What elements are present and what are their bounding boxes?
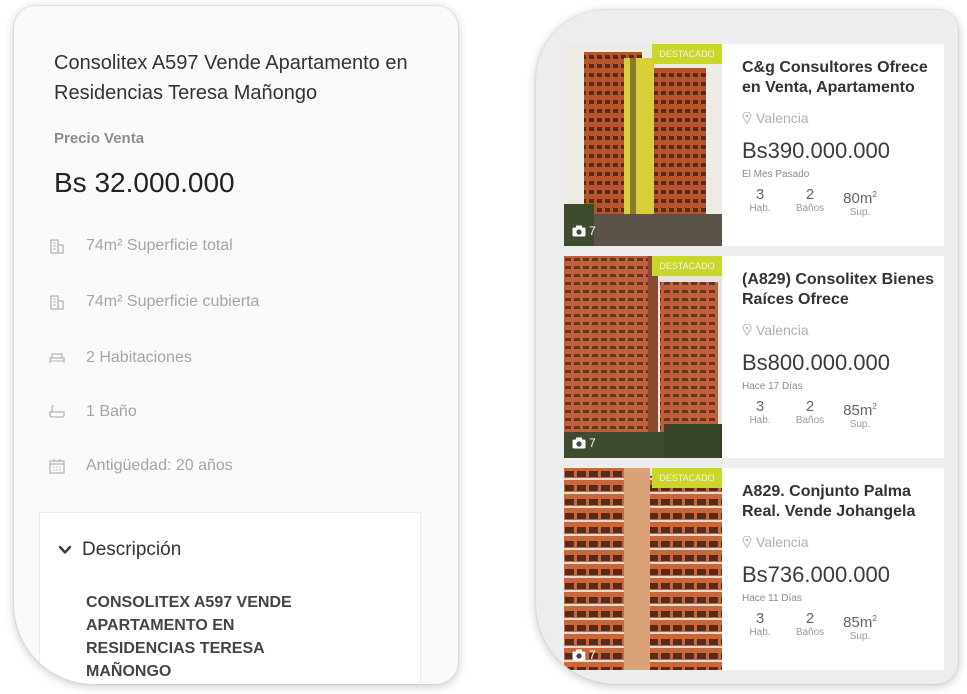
photo-count: 7 <box>572 648 596 662</box>
photo-count-value: 7 <box>589 224 596 238</box>
photo-count: 7 <box>572 224 596 238</box>
listing-card[interactable]: DESTACADO 7 (A829) Consolitex Bienes Raí… <box>564 256 944 458</box>
feature-text: 74m² Superficie total <box>86 237 233 254</box>
stat-value: 2 <box>805 610 815 627</box>
stat-value: 85m2 <box>843 614 877 631</box>
stat-label: Sup. <box>849 207 871 218</box>
calendar-icon <box>49 459 65 474</box>
stat-label: Baños <box>795 627 825 638</box>
location-text: Valencia <box>756 110 809 126</box>
listing-title[interactable]: A829. Conjunto Palma Real. Vende Johange… <box>742 482 942 522</box>
feature-total-area: 74m² Superficie total <box>48 234 233 258</box>
listing-date: Hace 11 Días <box>742 593 802 604</box>
location-text: Valencia <box>756 534 809 550</box>
stat-value: 2 <box>805 186 815 203</box>
price-value: Bs 32.000.000 <box>54 167 235 198</box>
listing-photo[interactable]: DESTACADO 7 <box>564 468 722 670</box>
stat-label: Hab. <box>749 203 771 214</box>
price-label: Precio Venta <box>54 130 145 147</box>
listing-price: Bs800.000.000 <box>742 350 891 375</box>
bathtub-icon <box>49 405 65 418</box>
featured-badge: DESTACADO <box>652 256 722 276</box>
featured-badge: DESTACADO <box>652 468 722 488</box>
stat-rooms: 3 Hab. <box>740 398 780 427</box>
stat-area: 85m2 Sup. <box>840 610 880 643</box>
location-pin-icon <box>742 112 752 124</box>
building-icon <box>50 239 64 254</box>
description-title: Descripción <box>82 539 182 560</box>
camera-icon <box>572 649 586 661</box>
description-toggle[interactable]: Descripción <box>58 539 181 561</box>
photo-count: 7 <box>572 436 596 450</box>
listing-title[interactable]: (A829) Consolitex Bienes Raíces Ofrece <box>742 270 942 310</box>
feature-bathrooms: 1 Baño <box>48 400 137 424</box>
listing-price: Bs736.000.000 <box>742 562 891 587</box>
stat-value: 3 <box>755 610 765 627</box>
listing-photo[interactable]: DESTACADO 7 <box>564 256 722 458</box>
stat-label: Hab. <box>749 415 771 426</box>
stat-baths: 2 Baños <box>790 186 830 215</box>
building-icon <box>50 295 64 310</box>
stat-rooms: 3 Hab. <box>740 610 780 639</box>
listing-price: Bs390.000.000 <box>742 138 891 163</box>
stat-label: Sup. <box>849 631 871 642</box>
stat-value: 2 <box>805 398 815 415</box>
camera-icon <box>572 437 586 449</box>
feature-text: 74m² Superficie cubierta <box>86 293 260 310</box>
stat-baths: 2 Baños <box>790 398 830 427</box>
description-body: CONSOLITEX A597 VENDE APARTAMENTO EN RES… <box>86 594 292 680</box>
listing-location: Valencia <box>742 110 809 126</box>
listings-panel: DESTACADO 7 C&g Consultores Ofrece en Ve… <box>536 10 958 684</box>
description-section: Descripción CONSOLITEX A597 VENDE APARTA… <box>39 512 421 684</box>
stat-value: 3 <box>755 398 765 415</box>
feature-text: 2 Habitaciones <box>86 349 192 366</box>
stat-baths: 2 Baños <box>790 610 830 639</box>
listing-date: El Mes Pasado <box>742 169 810 180</box>
stat-area: 80m2 Sup. <box>840 186 880 219</box>
feature-text: 1 Baño <box>86 403 137 420</box>
photo-count-value: 7 <box>589 648 596 662</box>
listing-photo[interactable]: DESTACADO 7 <box>564 44 722 246</box>
feature-age: Antigüedad: 20 años <box>48 454 233 478</box>
location-text: Valencia <box>756 322 809 338</box>
feature-text: Antigüedad: 20 años <box>86 457 233 474</box>
listing-card[interactable]: DESTACADO 7 C&g Consultores Ofrece en Ve… <box>564 44 944 246</box>
listing-title[interactable]: C&g Consultores Ofrece en Venta, Apartam… <box>742 58 942 98</box>
stat-label: Baños <box>795 203 825 214</box>
listing-card[interactable]: DESTACADO 7 A829. Conjunto Palma Real. V… <box>564 468 944 670</box>
feature-bedrooms: 2 Habitaciones <box>48 346 192 370</box>
listing-date: Hace 17 Días <box>742 381 803 392</box>
stat-label: Sup. <box>849 419 871 430</box>
photo-count-value: 7 <box>589 436 596 450</box>
featured-badge: DESTACADO <box>652 44 722 64</box>
listing-title: Consolitex A597 Vende Apartamento en Res… <box>54 52 408 104</box>
feature-covered-area: 74m² Superficie cubierta <box>48 290 259 314</box>
stat-value: 85m2 <box>843 402 877 419</box>
chevron-down-icon <box>58 545 72 554</box>
listing-detail-panel: Consolitex A597 Vende Apartamento en Res… <box>14 6 458 684</box>
stat-label: Baños <box>795 415 825 426</box>
stat-value: 80m2 <box>843 190 877 207</box>
listing-location: Valencia <box>742 322 809 338</box>
stat-value: 3 <box>755 186 765 203</box>
stat-rooms: 3 Hab. <box>740 186 780 215</box>
stat-area: 85m2 Sup. <box>840 398 880 431</box>
camera-icon <box>572 225 586 237</box>
listing-location: Valencia <box>742 534 809 550</box>
location-pin-icon <box>742 536 752 548</box>
location-pin-icon <box>742 324 752 336</box>
stat-label: Hab. <box>749 627 771 638</box>
bed-icon <box>49 353 65 363</box>
